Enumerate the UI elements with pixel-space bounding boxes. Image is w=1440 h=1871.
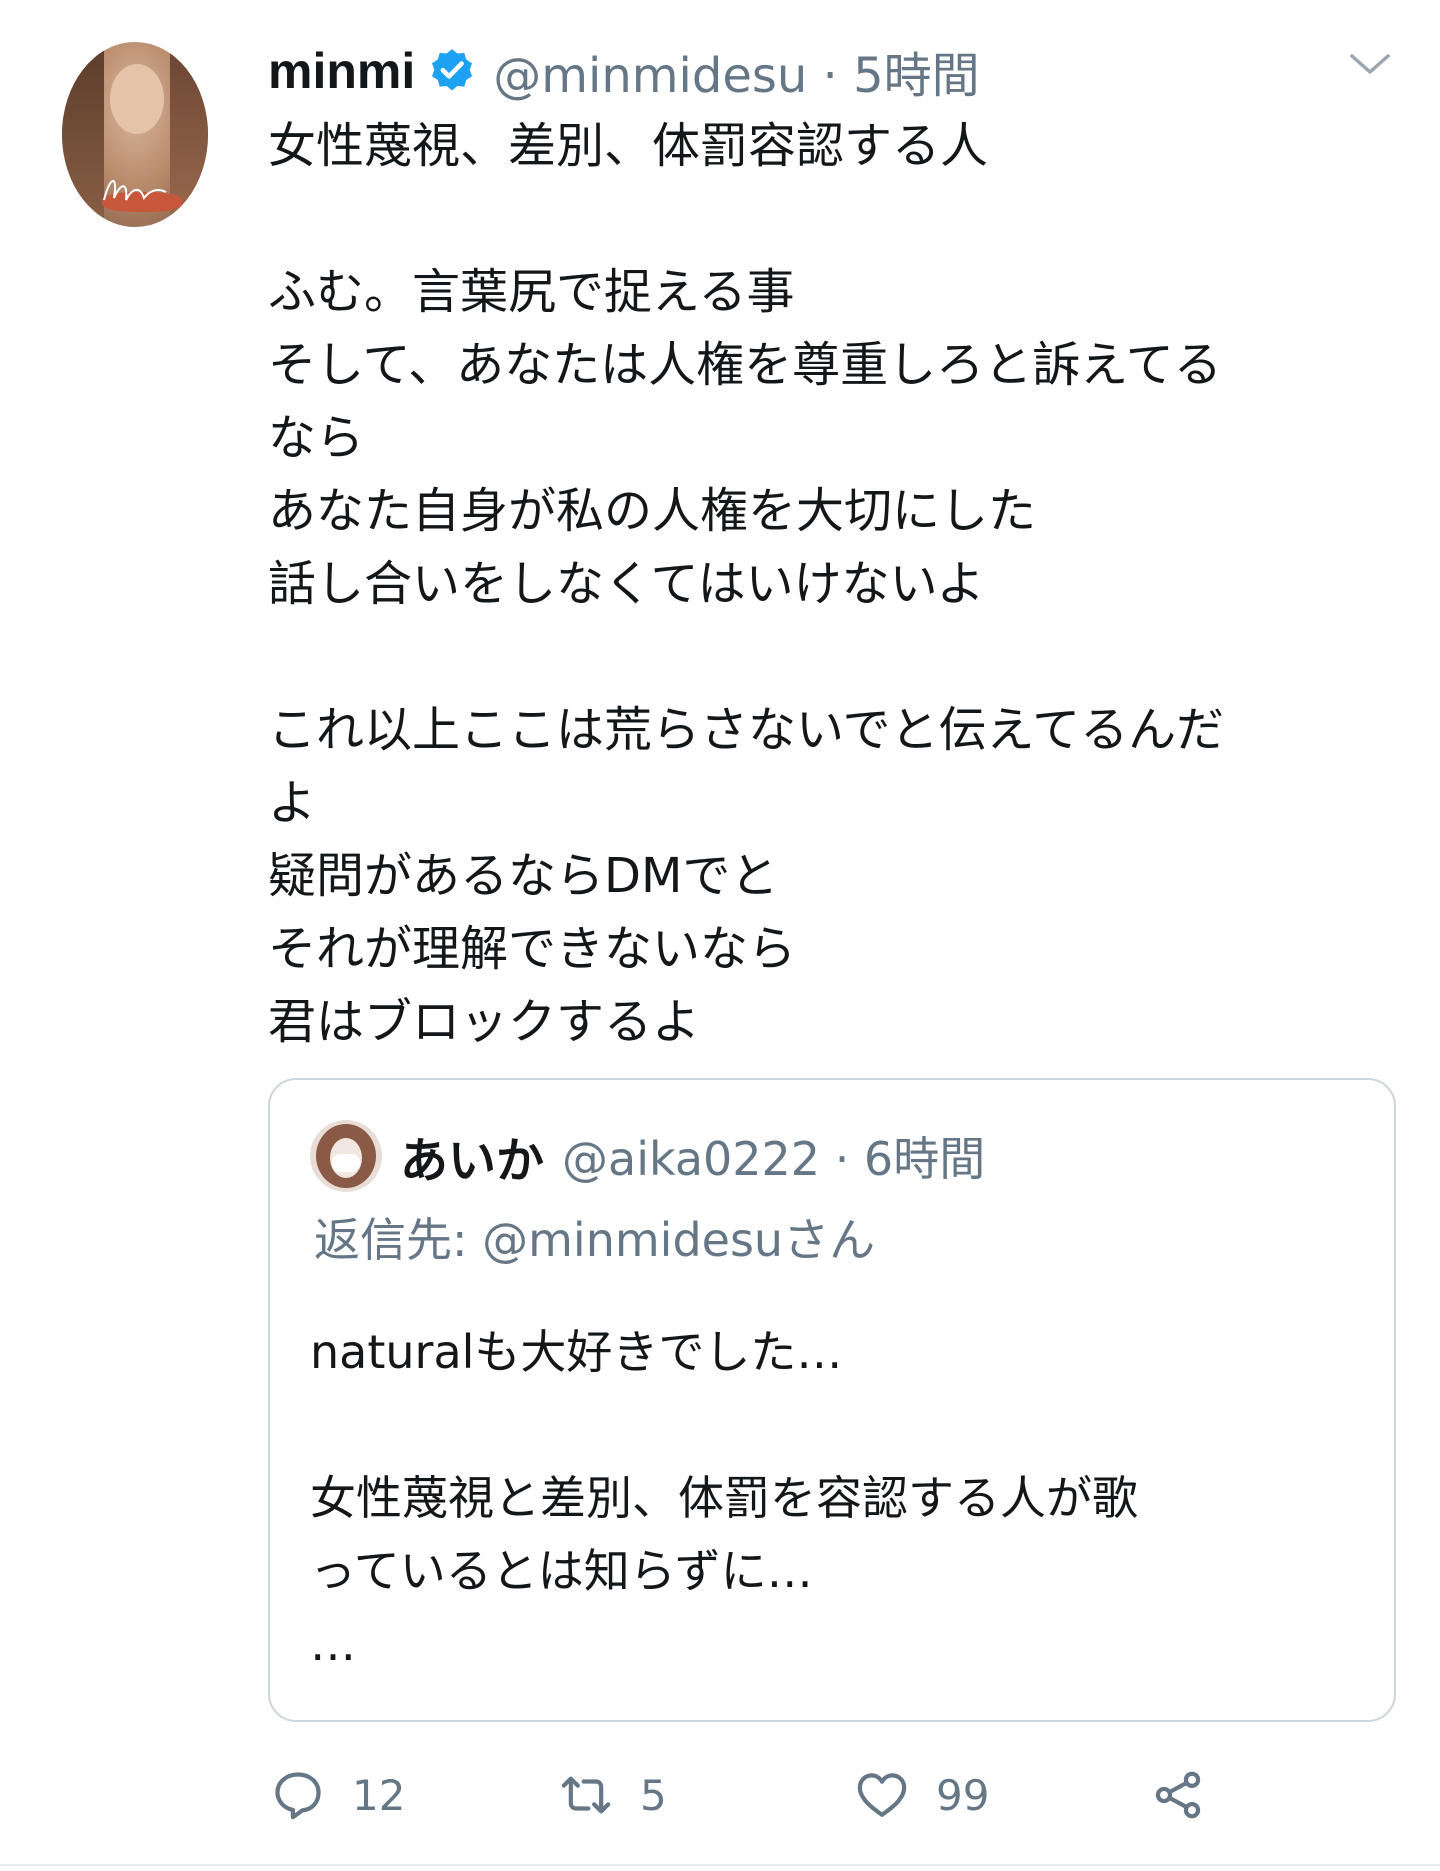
tweet-actions: 12 5 99 — [268, 1760, 1418, 1830]
share-icon — [1155, 1771, 1201, 1819]
author-handle-time[interactable]: @minmidesu · 5時間 — [493, 36, 979, 106]
quoted-reply-to: 返信先: @minmidesuさん — [314, 1213, 876, 1267]
retweet-button[interactable]: 5 — [558, 1760, 667, 1830]
avatar-face — [110, 64, 164, 134]
tweet[interactable]: minmi @minmidesu · 5時間 女性蔑視、差別、体罰容認する人 ふ… — [0, 0, 1440, 1871]
reply-button[interactable]: 12 — [270, 1760, 405, 1830]
divider — [0, 1864, 1440, 1866]
reply-icon — [275, 1772, 321, 1820]
quoted-author-avatar[interactable] — [310, 1120, 382, 1192]
quoted-tweet-header: あいか @aika0222 · 6時間 — [400, 1116, 985, 1196]
tweet-header: minmi @minmidesu · 5時間 — [268, 38, 980, 104]
avatar-hair-left — [62, 42, 104, 227]
tweet-text: 女性蔑視、差別、体罰容認する人 ふむ。言葉尻で捉える事 そして、あなたは人権を尊… — [268, 118, 1225, 1050]
verified-badge-icon — [432, 49, 473, 91]
quoted-author-handle-time: @aika0222 · 6時間 — [562, 1132, 986, 1186]
like-button[interactable]: 99 — [854, 1760, 989, 1830]
retweet-count: 5 — [640, 1770, 667, 1820]
author-avatar[interactable] — [62, 42, 208, 227]
quoted-tweet-text: naturalも大好きでした… 女性蔑視と差別、体罰を容認する人が歌 っていると… — [310, 1325, 1138, 1671]
author-name[interactable]: minmi — [268, 42, 415, 100]
like-count: 99 — [936, 1770, 990, 1820]
heart-icon — [857, 1773, 907, 1817]
retweet-icon — [561, 1776, 611, 1814]
reply-count: 12 — [352, 1770, 406, 1820]
chevron-down-icon[interactable] — [1346, 46, 1394, 82]
quoted-author-name: あいか — [400, 1133, 545, 1189]
share-button[interactable] — [1150, 1760, 1206, 1830]
quoted-tweet[interactable]: あいか @aika0222 · 6時間 返信先: @minmidesuさん na… — [268, 1078, 1396, 1722]
quoted-avatar-mask — [332, 1154, 360, 1172]
avatar-signature — [103, 180, 167, 201]
